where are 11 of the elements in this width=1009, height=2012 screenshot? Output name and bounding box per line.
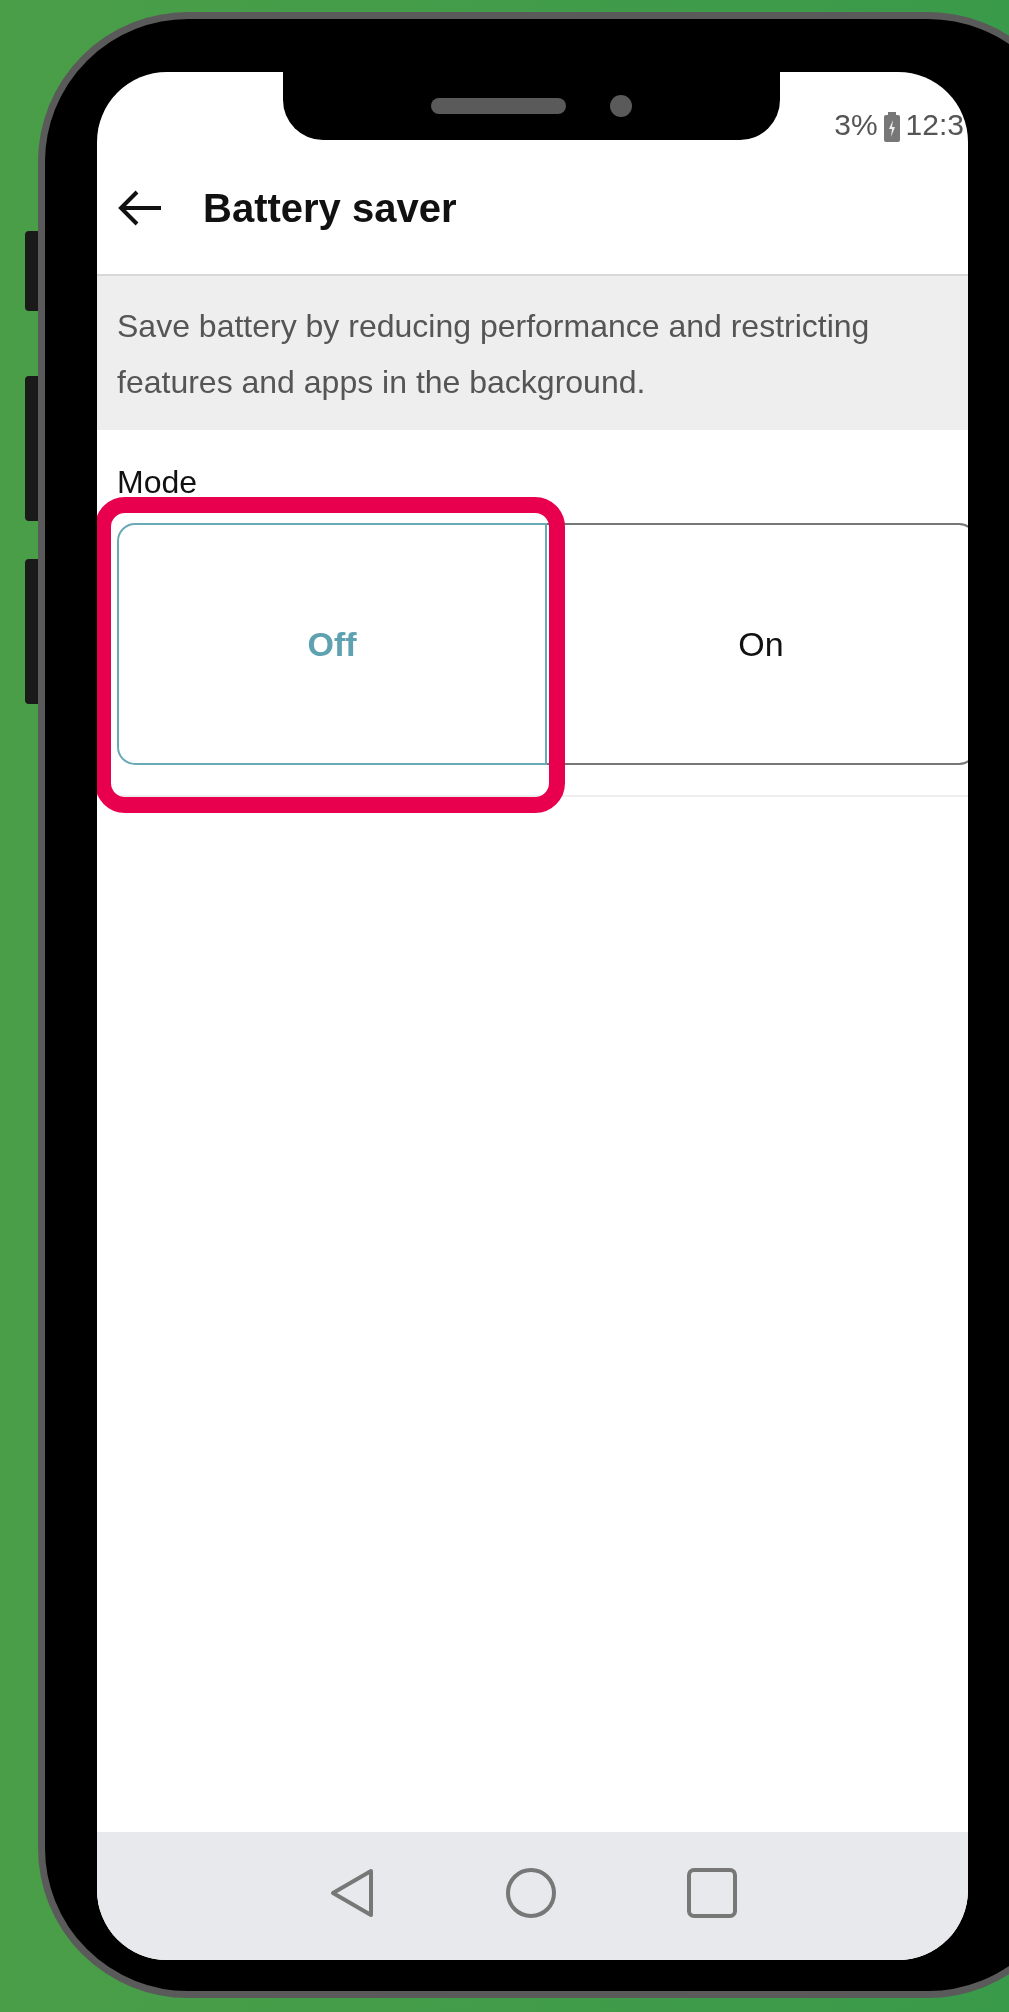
description-text: Save battery by reducing performance and restricting features and apps in the background. [97, 276, 968, 430]
mode-label: Mode [116, 463, 199, 502]
battery-percent: 3% [834, 108, 878, 142]
mode-option[interactable]: On [547, 523, 968, 765]
clock: 12:3 [905, 108, 964, 142]
back-icon[interactable] [328, 1867, 375, 1919]
battery-icon [883, 112, 900, 142]
back-arrow-icon[interactable] [117, 190, 163, 226]
home-icon[interactable] [504, 1867, 557, 1919]
screen-title: Battery saver [203, 185, 457, 231]
recent-apps-icon[interactable] [686, 1868, 737, 1918]
